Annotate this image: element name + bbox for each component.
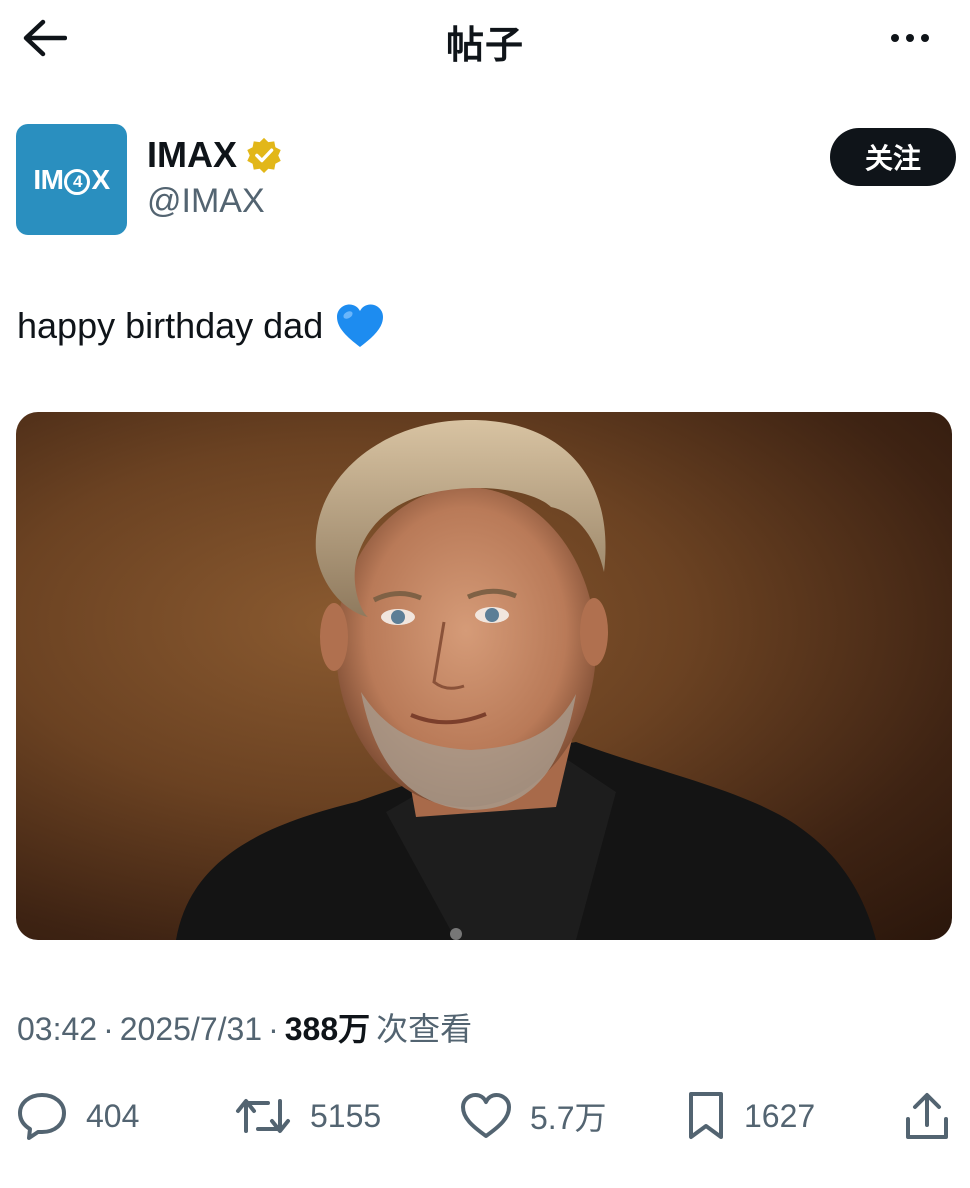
- bookmark-count: 1627: [744, 1097, 816, 1134]
- view-count-label: 次查看: [376, 1010, 473, 1048]
- reply-count: 404: [86, 1097, 140, 1134]
- tweet-photo[interactable]: [16, 412, 952, 940]
- verified-badge-icon: [247, 137, 281, 174]
- more-options-button[interactable]: [880, 20, 940, 56]
- more-dot-icon: [906, 34, 914, 42]
- like-button[interactable]: 5.7万: [460, 1088, 607, 1144]
- like-heart-icon: [461, 1093, 511, 1138]
- retweet-icon: [236, 1099, 290, 1133]
- tweet-text: happy birthday dad: [17, 298, 385, 354]
- share-button[interactable]: [904, 1088, 950, 1144]
- bookmark-button[interactable]: 1627: [686, 1088, 815, 1144]
- action-bar: 404 5155 5.7万 1627: [16, 1088, 956, 1144]
- portrait-image: [176, 419, 876, 940]
- page-title: 帖子: [445, 23, 524, 67]
- top-bar: 帖子: [0, 0, 970, 80]
- retweet-button[interactable]: 5155: [234, 1088, 381, 1144]
- display-name[interactable]: IMAX: [147, 134, 237, 176]
- avatar[interactable]: IM 4 X: [16, 124, 127, 235]
- name-row: IMAX: [147, 134, 283, 176]
- meta-separator: ·: [268, 1011, 279, 1047]
- reply-button[interactable]: 404: [16, 1088, 139, 1144]
- reply-icon: [18, 1093, 66, 1140]
- more-dot-icon: [891, 34, 899, 42]
- tweet-body: happy birthday dad: [17, 305, 324, 346]
- imax-logo: IM 4 X: [33, 163, 110, 195]
- view-count: 388万: [284, 1011, 371, 1047]
- tweet-time: 03:42: [17, 1011, 98, 1047]
- tweet-meta: 03:42 · 2025/7/31 · 388万 次查看: [17, 1004, 472, 1050]
- blue-heart-icon: [337, 304, 384, 347]
- user-handle[interactable]: @IMAX: [147, 182, 265, 221]
- retweet-count: 5155: [310, 1097, 382, 1134]
- tweet-author: IM 4 X IMAX @IMAX 关注: [16, 124, 956, 236]
- follow-button[interactable]: 关注: [830, 128, 956, 186]
- bookmark-icon: [689, 1092, 723, 1139]
- tweet-date[interactable]: 2025/7/31: [120, 1011, 262, 1048]
- like-count: 5.7万: [530, 1100, 607, 1136]
- more-dot-icon: [921, 34, 929, 42]
- share-icon: [906, 1093, 948, 1139]
- meta-separator: ·: [103, 1011, 114, 1047]
